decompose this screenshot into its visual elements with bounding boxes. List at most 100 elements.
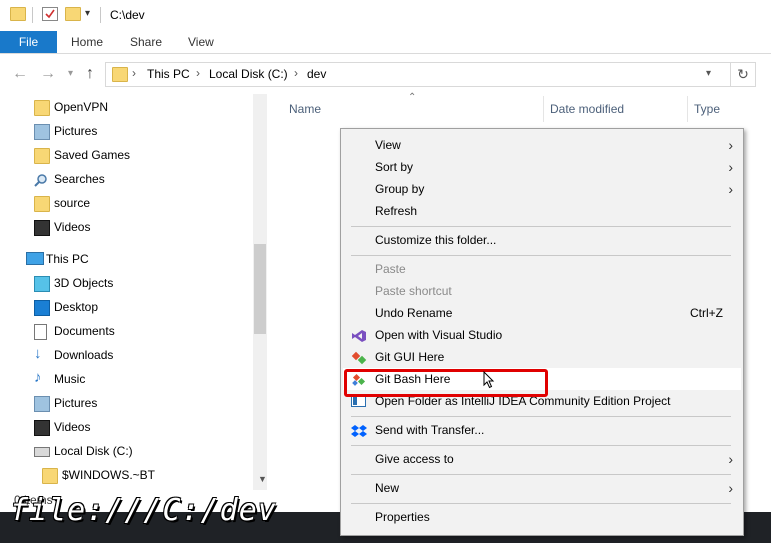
menu-label: View: [375, 138, 401, 152]
navigation-pane: ▲ ▼ OpenVPN Pictures Saved Games Searche…: [0, 94, 268, 490]
menu-separator: [351, 503, 731, 504]
scrollbar-thumb[interactable]: [254, 244, 266, 334]
divider: [32, 7, 33, 23]
folder-icon: [112, 67, 128, 82]
divider: [100, 7, 101, 23]
chevron-right-icon: ›: [728, 159, 733, 175]
pictures-icon: [34, 396, 50, 412]
column-header-type[interactable]: Type: [694, 102, 720, 116]
chevron-right-icon[interactable]: ›: [294, 66, 298, 80]
nav-item-label: $WINDOWS.~BT: [62, 468, 156, 482]
nav-item-label: Saved Games: [54, 148, 131, 162]
breadcrumb-dev[interactable]: dev: [307, 67, 326, 81]
nav-item-label: 3D Objects: [54, 276, 114, 290]
nav-item-label: This PC: [46, 252, 89, 266]
nav-item-label: source: [54, 196, 91, 210]
chevron-right-icon[interactable]: ›: [132, 66, 136, 80]
nav-item-label: Desktop: [54, 300, 99, 314]
menu-item-send-transfer[interactable]: Send with Transfer...: [343, 419, 741, 441]
tab-view[interactable]: View: [188, 31, 214, 53]
pictures-icon: [34, 124, 50, 140]
folder-icon: [34, 100, 50, 116]
chevron-right-icon: ›: [728, 480, 733, 496]
chevron-right-icon: ›: [728, 137, 733, 153]
music-icon: ♪: [34, 369, 42, 386]
menu-item-new[interactable]: New ›: [343, 477, 741, 499]
menu-item-refresh[interactable]: Refresh: [343, 200, 741, 222]
folder-icon: [34, 148, 50, 164]
context-menu: View › Sort by › Group by › Refresh Cust…: [340, 128, 744, 536]
dropbox-icon: [351, 423, 367, 437]
chevron-down-icon[interactable]: ▾: [706, 68, 711, 79]
column-divider[interactable]: [543, 96, 544, 122]
chevron-right-icon: ›: [728, 451, 733, 467]
3d-objects-icon: [34, 276, 50, 292]
highlight-box: [344, 369, 548, 397]
nav-item-label: Music: [54, 372, 86, 386]
column-header-name[interactable]: Name: [289, 102, 321, 116]
folder-icon: [34, 196, 50, 212]
tab-file[interactable]: File: [0, 31, 57, 53]
menu-item-customize-folder[interactable]: Customize this folder...: [343, 229, 741, 251]
menu-separator: [351, 255, 731, 256]
menu-label: Undo Rename: [375, 306, 453, 320]
new-folder-icon[interactable]: [65, 7, 81, 21]
tab-share[interactable]: Share: [130, 31, 162, 53]
menu-label: Paste: [375, 262, 406, 276]
nav-item-label: Videos: [54, 420, 91, 434]
menu-label: Group by: [375, 182, 425, 196]
nav-item-label: OpenVPN: [54, 100, 109, 114]
menu-item-view[interactable]: View ›: [343, 134, 741, 156]
menu-item-undo-rename[interactable]: Undo Rename Ctrl+Z: [343, 302, 741, 324]
path-caption: file:///C:/dev: [10, 493, 277, 528]
search-icon: [34, 172, 48, 187]
menu-item-open-visual-studio[interactable]: Open with Visual Studio: [343, 324, 741, 346]
up-arrow-icon[interactable]: ↑: [86, 65, 94, 83]
menu-label: Git GUI Here: [375, 350, 445, 364]
address-bar[interactable]: › This PC › Local Disk (C:) › dev ▾: [105, 62, 731, 87]
forward-arrow-icon[interactable]: →: [40, 65, 56, 83]
shortcut-label: Ctrl+Z: [690, 306, 723, 320]
menu-item-sort-by[interactable]: Sort by ›: [343, 156, 741, 178]
menu-separator: [351, 445, 731, 446]
menu-item-paste-shortcut: Paste shortcut: [343, 280, 741, 302]
pc-icon: [26, 252, 44, 265]
ribbon-tabs: File Home Share View: [0, 31, 771, 54]
scroll-down-icon[interactable]: ▼: [258, 474, 267, 484]
drive-icon: [34, 447, 50, 457]
mouse-cursor-icon: [483, 370, 495, 389]
column-divider[interactable]: [687, 96, 688, 122]
column-header-date-modified[interactable]: Date modified: [550, 102, 624, 116]
nav-item-label: Pictures: [54, 124, 98, 138]
menu-separator: [351, 474, 731, 475]
nav-item-label: Pictures: [54, 396, 98, 410]
breadcrumb-this-pc[interactable]: This PC: [147, 67, 190, 81]
customize-toolbar-icon[interactable]: ▾: [85, 8, 90, 19]
menu-separator: [351, 226, 731, 227]
nav-item-label: Documents: [54, 324, 115, 338]
recent-locations-icon[interactable]: ▾: [68, 65, 73, 83]
menu-item-group-by[interactable]: Group by ›: [343, 178, 741, 200]
menu-label: Customize this folder...: [375, 233, 497, 247]
back-arrow-icon[interactable]: ←: [12, 65, 28, 83]
menu-label: Send with Transfer...: [375, 423, 485, 437]
menu-item-properties[interactable]: Properties: [343, 506, 741, 528]
refresh-icon[interactable]: ↻: [730, 62, 756, 87]
chevron-right-icon[interactable]: ›: [196, 66, 200, 80]
chevron-right-icon: ›: [728, 181, 733, 197]
window-title: C:\dev: [110, 8, 145, 22]
documents-icon: [34, 324, 47, 340]
menu-item-give-access[interactable]: Give access to ›: [343, 448, 741, 470]
breadcrumb-local-disk[interactable]: Local Disk (C:): [209, 67, 288, 81]
menu-separator: [351, 416, 731, 417]
menu-item-paste: Paste: [343, 258, 741, 280]
menu-label: New: [375, 481, 400, 495]
visual-studio-icon: [351, 328, 367, 342]
navigation-bar: ← → ▾ ↑ › This PC › Local Disk (C:) › de…: [0, 54, 771, 94]
menu-item-git-gui[interactable]: Git GUI Here: [343, 346, 741, 368]
git-gui-icon: [351, 350, 367, 365]
menu-label: Refresh: [375, 204, 418, 218]
nav-item-label: Videos: [54, 220, 91, 234]
properties-icon[interactable]: [42, 7, 58, 21]
tab-home[interactable]: Home: [71, 31, 103, 53]
